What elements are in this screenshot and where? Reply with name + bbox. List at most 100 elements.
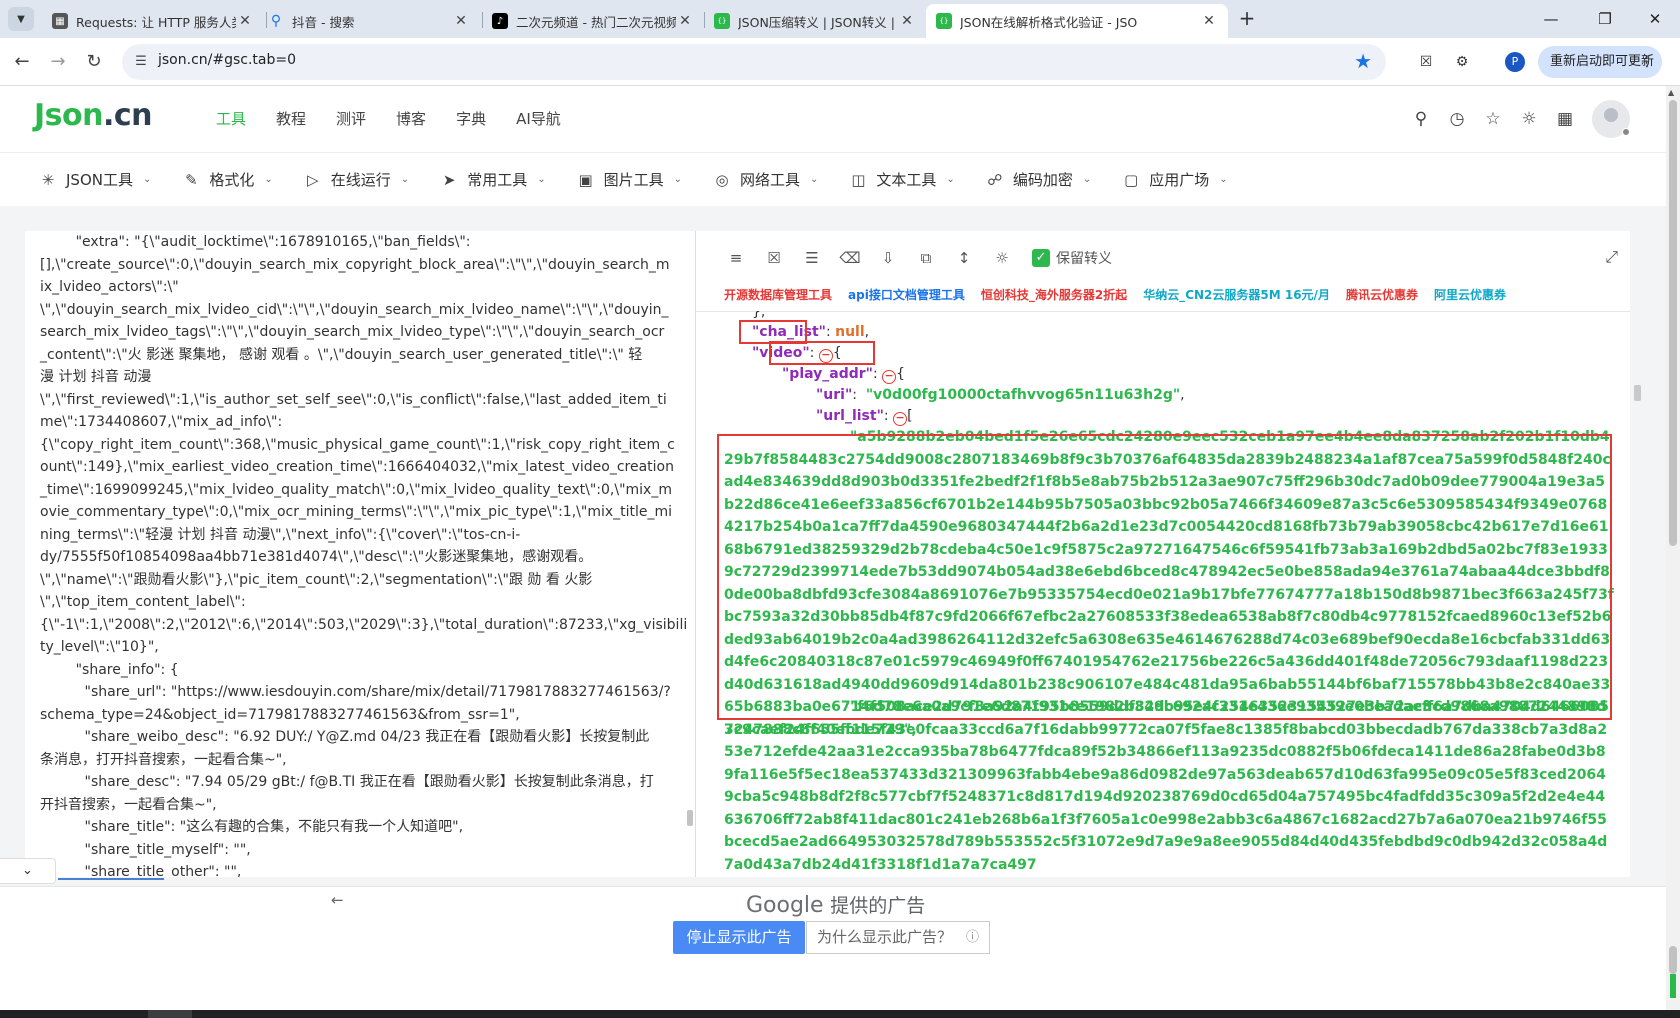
- fullscreen-icon[interactable]: ⤢: [1605, 247, 1618, 267]
- editor-line[interactable]: 条消息，打开抖音搜索，一起看合集~",: [40, 749, 690, 772]
- collapse-toggle-icon[interactable]: −: [893, 412, 908, 426]
- copy-icon[interactable]: ⧉: [914, 247, 938, 269]
- ad-link-4[interactable]: 华纳云_CN2云服务器5M 16元/月: [1143, 286, 1330, 303]
- editor-line[interactable]: "share_weibo_desc": "6.92 DUY:/ Y@Z.md 0…: [40, 726, 690, 749]
- nav-blog[interactable]: 博客: [396, 108, 426, 129]
- page-scrollbar[interactable]: ▲: [1666, 86, 1680, 1010]
- restore-button[interactable]: ❐: [1582, 6, 1628, 32]
- ad-link-6[interactable]: 阿里云优惠券: [1434, 286, 1506, 303]
- menu-run-online[interactable]: ▷ 在线运行 ⌄: [303, 169, 409, 190]
- bookmark-star-icon[interactable]: ★: [1354, 49, 1372, 73]
- menu-format[interactable]: ✎ 格式化 ⌄: [181, 169, 273, 190]
- nav-dictionary[interactable]: 字典: [456, 108, 486, 129]
- tab-search-dropdown[interactable]: ▼: [8, 7, 34, 31]
- keep-escape-checkbox[interactable]: ✓ 保留转义: [1032, 248, 1112, 268]
- editor-text[interactable]: "extra": "{\"audit_locktime\":1678910165…: [40, 231, 690, 877]
- ad-link-3[interactable]: 恒创科技_海外服务器2折起: [981, 286, 1127, 303]
- favorite-star-icon[interactable]: ☆: [1482, 108, 1504, 130]
- why-this-ad-button[interactable]: 为什么显示此广告？ ⓘ: [806, 921, 990, 954]
- menu-network-tools[interactable]: ◎ 网络工具 ⌄: [712, 169, 818, 190]
- ad-link-1[interactable]: 开源数据库管理工具: [724, 286, 832, 303]
- history-icon[interactable]: ◷: [1446, 108, 1468, 130]
- forward-button[interactable]: →: [44, 48, 72, 76]
- close-tab-icon[interactable]: ✕: [236, 13, 254, 29]
- editor-line[interactable]: "share_title_other": "",: [40, 861, 690, 877]
- nav-ai[interactable]: AI导航: [516, 108, 561, 129]
- new-tab-button[interactable]: +: [1234, 6, 1260, 32]
- editor-line[interactable]: \",\"top_item_content_label\":: [40, 591, 690, 614]
- editor-line[interactable]: "share_info": {: [40, 659, 690, 682]
- search-icon[interactable]: ⚲: [1410, 108, 1432, 130]
- close-window-button[interactable]: ✕: [1632, 6, 1678, 32]
- editor-line[interactable]: ount\":149},\"mix_earliest_video_creatio…: [40, 456, 690, 479]
- editor-line[interactable]: schema_type=24&object_id=717981788327746…: [40, 704, 690, 727]
- download-icon[interactable]: ⇩: [876, 247, 900, 269]
- editor-line[interactable]: {\"copy_right_item_count\":368,\"music_p…: [40, 434, 690, 457]
- browser-tab-1[interactable]: ▦ Requests: 让 HTTP 服务人类 — ✕: [42, 4, 264, 38]
- menu-json-tools[interactable]: ✳ JSON工具 ⌄: [38, 169, 152, 190]
- address-bar[interactable]: ☰ json.cn/#gsc.tab=0 ★: [122, 44, 1386, 80]
- menu-text-tools[interactable]: ◫ 文本工具 ⌄: [848, 169, 955, 190]
- editor-line[interactable]: \",\"douyin_search_mix_lvideo_cid\":\"\"…: [40, 299, 690, 322]
- profile-avatar[interactable]: P: [1505, 52, 1525, 72]
- url-text[interactable]: json.cn/#gsc.tab=0: [158, 52, 296, 68]
- editor-line[interactable]: 开抖音搜索，一起看合集~",: [40, 794, 690, 817]
- compress-icon[interactable]: ↕: [952, 247, 976, 269]
- menu-app-square[interactable]: ▢ 应用广场 ⌄: [1121, 169, 1228, 190]
- scroll-thumb[interactable]: [1669, 100, 1677, 546]
- close-tab-icon[interactable]: ✕: [676, 13, 694, 29]
- stop-showing-ad-button[interactable]: 停止显示此广告: [673, 921, 805, 954]
- scroll-up-icon[interactable]: ▲: [1668, 88, 1674, 97]
- editor-line[interactable]: {\"-1\":1,\"2008\":2,\"2012\":6,\"2014\"…: [40, 614, 690, 637]
- more-menu-icon[interactable]: ⋮: [1640, 46, 1654, 78]
- editor-line[interactable]: 漫 计划 抖音 动漫: [40, 366, 690, 389]
- browser-tab-2[interactable]: ⚲ 抖音 - 搜索 ✕: [258, 4, 480, 38]
- extensions-puzzle-icon[interactable]: ⚙: [1450, 50, 1474, 74]
- viewer-resize-handle[interactable]: [1634, 385, 1641, 401]
- nav-tutorial[interactable]: 教程: [276, 108, 306, 129]
- browser-tab-4[interactable]: {} JSON压缩转义 | JSON转义 | JS ✕: [704, 4, 926, 38]
- editor-resize-handle[interactable]: [687, 810, 693, 826]
- editor-line[interactable]: search_mix_lvideo_tags\":\"\",\"douyin_s…: [40, 321, 690, 344]
- collapse-toggle-icon[interactable]: −: [882, 370, 897, 384]
- ad-link-2[interactable]: api接口文档管理工具: [848, 286, 965, 303]
- editor-line[interactable]: "share_url": "https://www.iesdouyin.com/…: [40, 681, 690, 704]
- site-info-icon[interactable]: ☰: [132, 53, 150, 71]
- close-tab-icon[interactable]: ✕: [898, 13, 916, 29]
- minimize-button[interactable]: —: [1528, 6, 1574, 32]
- restart-update-button[interactable]: 重新启动即可更新 ⋮: [1538, 46, 1662, 78]
- editor-line[interactable]: dy/7555f50f10854098aa4bb71e381d4074\",\"…: [40, 546, 690, 569]
- back-button[interactable]: ←: [8, 48, 36, 76]
- close-tab-icon[interactable]: ✕: [452, 13, 470, 29]
- editor-line[interactable]: "share_title_myself": "",: [40, 839, 690, 862]
- delete-icon[interactable]: ⌫: [838, 247, 862, 269]
- editor-line[interactable]: "extra": "{\"audit_locktime\":1678910165…: [40, 231, 690, 254]
- editor-line[interactable]: me\":1734408607,\"mix_ad_info\":: [40, 411, 690, 434]
- extension-x-icon[interactable]: ☒: [1414, 50, 1438, 74]
- user-avatar[interactable]: [1592, 100, 1630, 138]
- editor-line[interactable]: ning_terms\":\"轻漫 计划 抖音 动漫\",\"next_info…: [40, 524, 690, 547]
- browser-tab-active[interactable]: {} JSON在线解析格式化验证 - JSO ✕: [926, 4, 1228, 38]
- reload-button[interactable]: ↻: [80, 48, 108, 76]
- editor-line[interactable]: _time\":1699099245,\"mix_lvideo_quality_…: [40, 479, 690, 502]
- nav-review[interactable]: 测评: [336, 108, 366, 129]
- bulb-icon[interactable]: ☼: [990, 247, 1014, 269]
- collapse-panel-button[interactable]: ⌄: [0, 858, 56, 884]
- editor-line[interactable]: [],\"create_source\":0,\"douyin_search_m…: [40, 254, 690, 277]
- editor-line[interactable]: ty_level\":\"10}",: [40, 636, 690, 659]
- menu-common-tools[interactable]: ➤ 常用工具 ⌄: [439, 169, 546, 190]
- apps-grid-icon[interactable]: ▦: [1554, 108, 1576, 130]
- excel-export-icon[interactable]: ☒: [762, 247, 786, 269]
- sort-list-icon[interactable]: ☰: [800, 247, 824, 269]
- theme-sun-icon[interactable]: ☼: [1518, 108, 1540, 130]
- editor-line[interactable]: "share_desc": "7.94 05/29 gBt:/ f@B.TI 我…: [40, 771, 690, 794]
- ad-link-5[interactable]: 腾讯云优惠券: [1346, 286, 1418, 303]
- editor-line[interactable]: _content\":\"火 影迷 聚集地， 感谢 观看 。\",\"douyi…: [40, 344, 690, 367]
- editor-line[interactable]: \",\"first_reviewed\":1,\"is_author_set_…: [40, 389, 690, 412]
- editor-line[interactable]: ovie_commentary_type\":0,\"mix_ocr_minin…: [40, 501, 690, 524]
- browser-tab-3[interactable]: ♪ 二次元频道 - 热门二次元视频大 ✕: [482, 4, 704, 38]
- site-logo[interactable]: Json.cn: [34, 98, 153, 133]
- json-input-editor[interactable]: "extra": "{\"audit_locktime\":1678910165…: [25, 231, 695, 877]
- close-tab-icon[interactable]: ✕: [1200, 13, 1218, 29]
- editor-line[interactable]: "share_title": "这么有趣的合集，不能只有我一个人知道吧",: [40, 816, 690, 839]
